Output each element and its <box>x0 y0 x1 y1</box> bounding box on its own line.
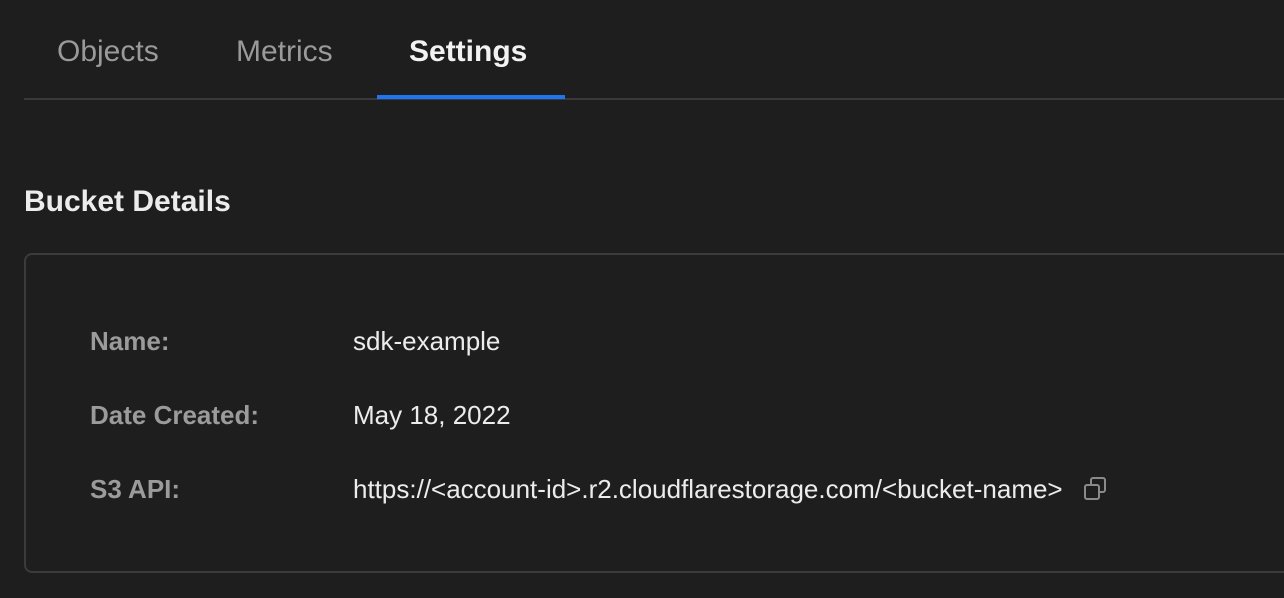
section-title: Bucket Details <box>24 185 231 218</box>
bucket-details-card: Name: sdk-example Date Created: May 18, … <box>24 253 1284 573</box>
copy-icon[interactable] <box>1081 474 1111 504</box>
active-tab-indicator <box>377 95 565 99</box>
detail-row-date-created: Date Created: May 18, 2022 <box>90 395 511 435</box>
date-created-value: May 18, 2022 <box>353 399 511 430</box>
settings-page: Objects Metrics Settings Bucket Details … <box>0 0 1284 598</box>
tab-objects[interactable]: Objects <box>57 30 159 74</box>
date-created-label: Date Created: <box>90 399 260 430</box>
s3-api-label: S3 API: <box>90 473 181 504</box>
tab-settings[interactable]: Settings <box>409 30 527 74</box>
detail-row-s3-api: S3 API: https://<account-id>.r2.cloudfla… <box>90 469 1111 509</box>
name-value: sdk-example <box>353 325 501 356</box>
detail-row-name: Name: sdk-example <box>90 321 500 361</box>
name-label: Name: <box>90 325 170 356</box>
tab-bar: Objects Metrics Settings <box>24 0 1284 100</box>
s3-api-value: https://<account-id>.r2.cloudflarestorag… <box>353 473 1063 504</box>
tab-metrics[interactable]: Metrics <box>236 30 333 74</box>
